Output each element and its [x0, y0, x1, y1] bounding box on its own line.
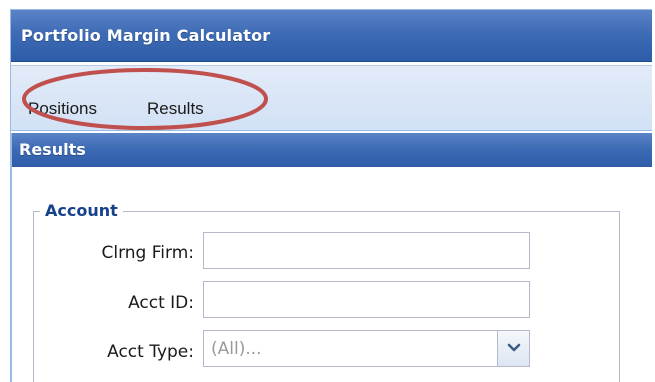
- app-header: Portfolio Margin Calculator: [11, 10, 652, 62]
- app-window: Portfolio Margin Calculator Positions Re…: [10, 9, 652, 382]
- acct-type-value: (All)...: [211, 339, 262, 359]
- account-fieldset: Account Clrng Firm: Acct ID: Acct Type: …: [33, 201, 620, 382]
- panel-title: Results: [19, 140, 86, 159]
- app-title: Portfolio Margin Calculator: [21, 26, 271, 45]
- acct-type-combo[interactable]: (All)...: [203, 330, 530, 367]
- combo-trigger[interactable]: [497, 331, 529, 366]
- toolbar: Positions Results: [11, 65, 652, 131]
- panel-header: Results: [12, 133, 652, 167]
- toolbar-item-positions[interactable]: Positions: [28, 99, 97, 119]
- acct-type-label: Acct Type:: [107, 342, 194, 362]
- clrng-firm-label: Clrng Firm:: [101, 243, 195, 263]
- fieldset-legend: Account: [40, 201, 123, 220]
- results-panel: Results Account Clrng Firm: Acct ID: Acc…: [11, 133, 652, 382]
- acct-id-label: Acct ID:: [128, 293, 194, 313]
- clrng-firm-input[interactable]: [203, 232, 530, 269]
- toolbar-item-results[interactable]: Results: [147, 99, 204, 119]
- acct-id-input[interactable]: [203, 281, 530, 318]
- chevron-down-icon: [507, 343, 521, 352]
